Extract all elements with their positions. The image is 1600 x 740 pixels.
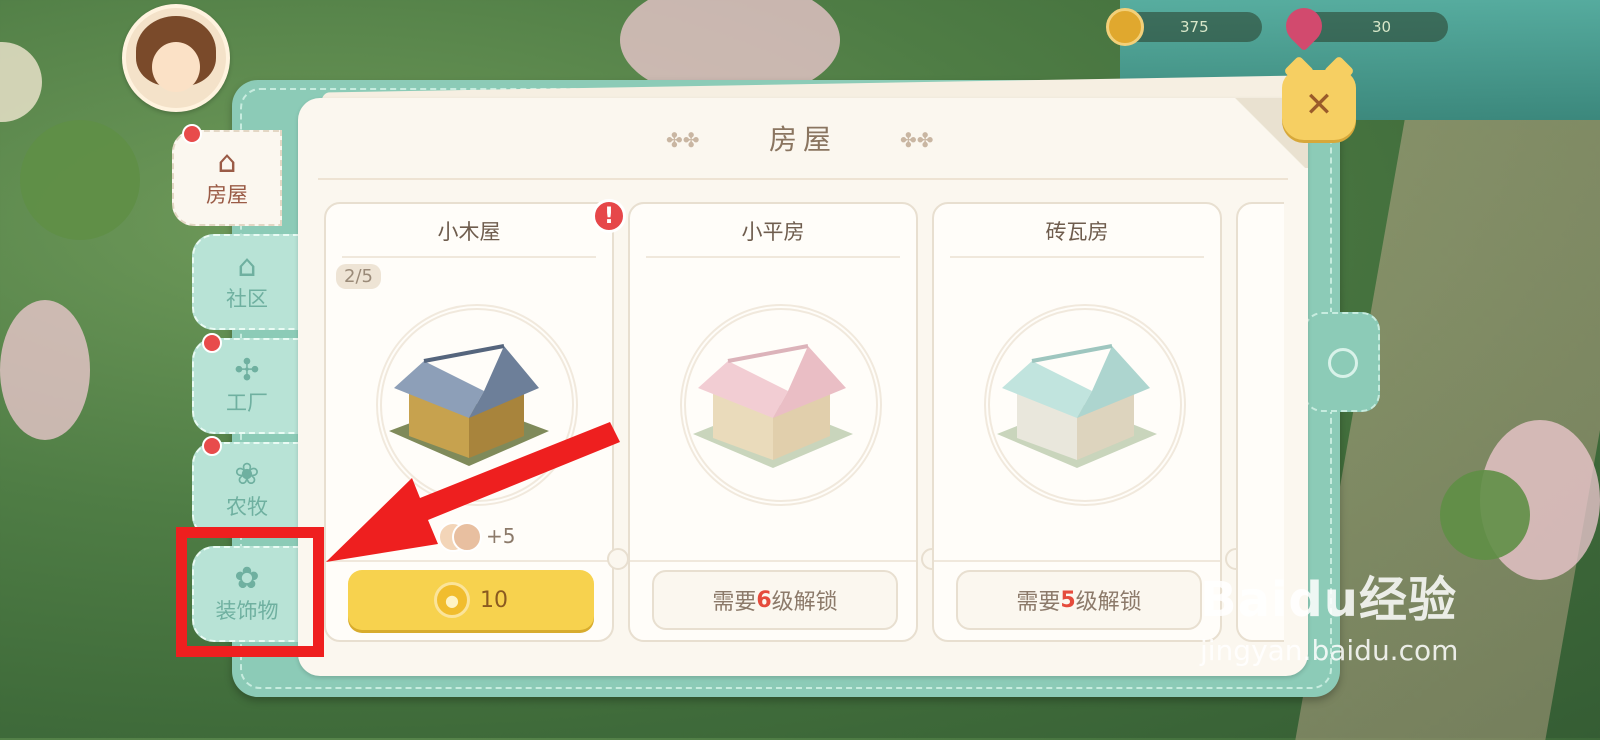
house-icon: ⌂: [217, 145, 237, 180]
background-tree: [20, 120, 140, 240]
gem-amount: 30: [1372, 18, 1392, 36]
building-name: 小平房: [741, 220, 805, 244]
tab-community[interactable]: ⌂ 社区: [192, 234, 302, 330]
building-name: 小木屋: [437, 220, 501, 244]
lock-prefix: 需要: [1016, 590, 1061, 615]
bungalow-image: [693, 344, 853, 468]
tab-label: 房屋: [206, 183, 248, 207]
farm-icon: ❀: [234, 457, 260, 492]
watermark-url: jingyan.baidu.com: [1200, 634, 1459, 667]
community-icon: ⌂: [237, 249, 257, 284]
watermark-logo: Baidu经验: [1200, 572, 1457, 628]
windmill-icon: ✣: [234, 353, 260, 388]
lock-suffix: 级解锁: [771, 590, 838, 615]
tutorial-highlight-box: [176, 527, 324, 657]
title-ornament-right: ✤✤: [900, 128, 934, 152]
notification-dot: [202, 333, 222, 353]
coin-icon: ●: [434, 582, 470, 618]
close-icon: ✕: [1304, 85, 1334, 125]
required-level: 6: [756, 587, 772, 613]
tab-label: 工厂: [226, 391, 268, 415]
card-divider: [646, 256, 900, 258]
card-divider: [630, 560, 916, 562]
coin-counter: 375: [1106, 8, 1262, 46]
unlock-requirement-button[interactable]: 需要 6 级解锁: [652, 570, 898, 630]
panel-side-handle[interactable]: [1304, 312, 1380, 412]
buy-button[interactable]: ● 10: [348, 570, 594, 630]
brick-house-image: [997, 344, 1157, 468]
price-value: 10: [480, 587, 508, 613]
coin-amount: 375: [1180, 18, 1209, 36]
panel-title: 房屋: [768, 123, 837, 156]
gift-button[interactable]: [0, 42, 42, 122]
background-tree: [1440, 470, 1530, 560]
owned-count-badge: 2/5: [336, 264, 381, 289]
coin-icon: [1106, 8, 1144, 46]
background-blossom-tree: [0, 300, 90, 440]
card-divider: [342, 256, 596, 258]
lock-prefix: 需要: [712, 590, 757, 615]
unlock-requirement-button[interactable]: 需要 5 级解锁: [956, 570, 1202, 630]
tab-label: 农牧: [226, 495, 268, 519]
tutorial-arrow-icon: [326, 422, 620, 562]
close-button[interactable]: ✕: [1282, 70, 1356, 140]
required-level: 5: [1060, 587, 1076, 613]
building-card-bungalow[interactable]: 小平房 需要 6 级解锁: [628, 202, 918, 642]
player-avatar[interactable]: [122, 4, 230, 112]
card-divider: [934, 560, 1220, 562]
notification-dot: [202, 436, 222, 456]
title-divider: [318, 178, 1288, 180]
baidu-jingyan-watermark: Baidu经验 jingyan.baidu.com: [1200, 560, 1458, 667]
notification-dot: [182, 124, 202, 144]
tab-label: 社区: [226, 287, 268, 311]
lock-suffix: 级解锁: [1075, 590, 1142, 615]
tab-farm[interactable]: ❀ 农牧: [192, 442, 302, 538]
tab-house[interactable]: ⌂ 房屋: [172, 130, 282, 226]
building-name: 砖瓦房: [1045, 220, 1109, 244]
card-divider: [950, 256, 1204, 258]
building-card-brick-house[interactable]: 砖瓦房 需要 5 级解锁: [932, 202, 1222, 642]
gem-counter: 30: [1278, 0, 1448, 52]
alert-icon: !: [592, 199, 626, 233]
